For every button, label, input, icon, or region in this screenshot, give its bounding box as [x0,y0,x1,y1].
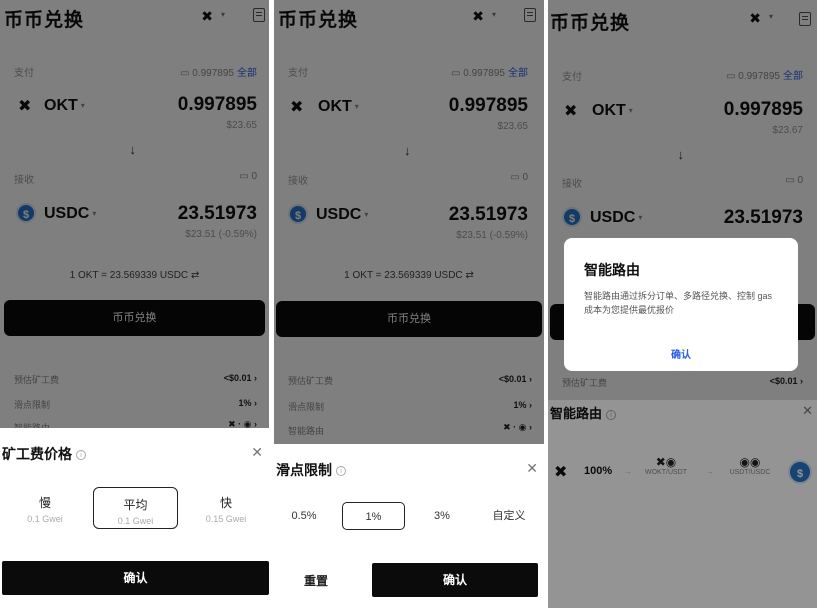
close-icon[interactable]: ✕ [251,444,263,461]
confirm-button[interactable]: 确认 [372,563,538,597]
dialog-title: 智能路由 [584,262,640,278]
smart-route-dialog: 智能路由 智能路由通过拆分订单、多路径兑换、控制 gas 成本为您提供最优报价 … [564,238,798,371]
slippage-option-1[interactable]: 1% [342,502,405,530]
gas-price-sheet: 矿工费价格 i ✕ 慢 0.1 Gwei 平均 0.1 Gwei 快 0.15 G… [0,428,269,608]
sheet-title: 滑点限制 i [276,460,346,480]
swap-screen-gas: 币币兑换 ✖ ▾ 支付 ▭ 0.997895全部 ✖ OKT▾ 0.997895… [0,0,269,608]
slippage-option-custom[interactable]: 自定义 [482,502,536,530]
info-icon[interactable]: i [76,450,86,461]
swap-screen-route: 币币兑换 ✖ ▾ 支付 ▭ 0.997895全部 ✖ OKT▾ 0.997895… [548,0,817,608]
gas-option-slow[interactable]: 慢 0.1 Gwei [6,486,84,530]
dialog-body: 智能路由通过拆分订单、多路径兑换、控制 gas 成本为您提供最优报价 [584,291,773,315]
reset-button[interactable]: 重置 [304,572,328,589]
swap-screen-slippage: 币币兑换 ✖ ▾ 支付 ▭ 0.997895全部 ✖ OKT▾ 0.997895… [274,0,544,608]
gas-option-fast[interactable]: 快 0.15 Gwei [187,486,265,530]
confirm-button[interactable]: 确认 [2,561,269,595]
modal-overlay[interactable] [274,0,544,444]
slippage-sheet: 滑点限制 i ✕ 0.5% 1% 3% 自定义 重置 确认 [274,444,544,608]
info-icon[interactable]: i [336,466,346,477]
close-icon[interactable]: ✕ [526,460,538,477]
modal-overlay[interactable] [548,400,817,608]
gas-option-average[interactable]: 平均 0.1 Gwei [93,487,178,529]
sheet-title: 矿工费价格 i [2,444,86,464]
modal-overlay[interactable] [0,0,269,428]
slippage-option-3[interactable]: 3% [424,502,460,530]
slippage-option-0-5[interactable]: 0.5% [284,502,324,530]
confirm-button[interactable]: 确认 [564,346,798,361]
